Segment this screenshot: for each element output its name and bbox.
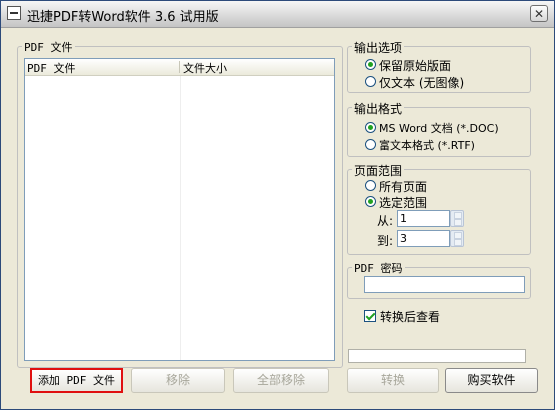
- convert-button[interactable]: 转换: [347, 368, 439, 393]
- from-label: 从:: [377, 214, 394, 228]
- radio-label: MS Word 文档 (*.DOC): [379, 122, 499, 135]
- to-label: 到:: [377, 234, 394, 248]
- radio-button[interactable]: [365, 76, 376, 87]
- close-button[interactable]: ✕: [530, 5, 548, 22]
- list-column-divider: [180, 76, 181, 360]
- system-menu-icon[interactable]: [7, 6, 21, 20]
- column-pdf-file[interactable]: PDF 文件: [27, 60, 76, 76]
- to-page-input[interactable]: 3: [397, 230, 450, 247]
- pdf-files-legend: PDF 文件: [22, 39, 75, 55]
- pdf-password-legend: PDF 密码: [352, 260, 405, 276]
- conversion-progress-bar: [348, 349, 526, 363]
- radio-button[interactable]: [365, 139, 376, 150]
- buy-software-button[interactable]: 购买软件: [445, 368, 538, 393]
- from-page-input[interactable]: 1: [397, 210, 450, 227]
- radio-button[interactable]: [365, 122, 376, 133]
- window-title: 迅捷PDF转Word软件 3.6 试用版: [27, 10, 219, 25]
- radio-label: 富文本格式 (*.RTF): [379, 139, 475, 152]
- checkbox-box[interactable]: [364, 310, 376, 322]
- radio-label: 仅文本 (无图像): [379, 76, 465, 90]
- to-page-spinner[interactable]: [450, 230, 464, 247]
- title-bar[interactable]: 迅捷PDF转Word软件 3.6 试用版 ✕: [1, 1, 554, 28]
- radio-label: 所有页面: [379, 180, 428, 194]
- column-separator[interactable]: [179, 61, 180, 73]
- page-range-legend: 页面范围: [352, 162, 405, 179]
- radio-label: 保留原始版面: [379, 59, 452, 73]
- radio-button[interactable]: [365, 196, 376, 207]
- remove-all-button[interactable]: 全部移除: [233, 368, 329, 393]
- radio-button[interactable]: [365, 180, 376, 191]
- output-format-legend: 输出格式: [352, 100, 405, 117]
- checkbox-label: 转换后查看: [380, 310, 441, 324]
- list-header: PDF 文件 文件大小: [25, 59, 334, 76]
- from-page-spinner[interactable]: [450, 210, 464, 227]
- pdf-password-input[interactable]: [364, 276, 525, 293]
- add-pdf-file-button[interactable]: 添加 PDF 文件: [30, 368, 123, 393]
- remove-button[interactable]: 移除: [131, 368, 225, 393]
- radio-label: 选定范围: [379, 196, 428, 210]
- app-window: 迅捷PDF转Word软件 3.6 试用版 ✕ PDF 文件 PDF 文件 文件大…: [0, 0, 555, 410]
- output-options-legend: 输出选项: [352, 39, 405, 56]
- column-file-size[interactable]: 文件大小: [183, 60, 227, 76]
- radio-button[interactable]: [365, 59, 376, 70]
- pdf-file-list[interactable]: PDF 文件 文件大小: [24, 58, 335, 361]
